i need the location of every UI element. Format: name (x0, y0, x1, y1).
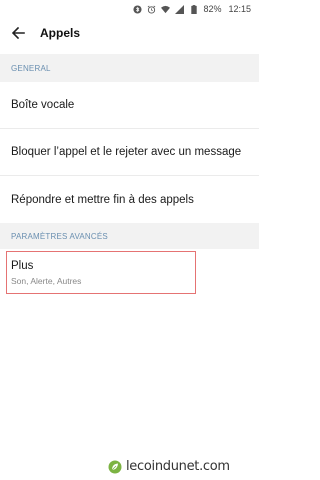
signal-icon (175, 4, 185, 14)
leaf-logo-icon (108, 460, 122, 474)
battery-icon (189, 4, 198, 14)
watermark-text: lecoindunet.com (126, 459, 230, 474)
list-item-answer-end-calls[interactable]: Répondre et mettre fin à des appels (0, 176, 259, 223)
list-item-voicemail[interactable]: Boîte vocale (0, 82, 259, 129)
app-bar: Appels (0, 18, 259, 48)
settings-list: GENERAL Boîte vocale Bloquer l’appel et … (0, 54, 259, 297)
list-item-label: Boîte vocale (11, 99, 75, 111)
watermark: lecoindunet.com (108, 459, 230, 474)
highlight-box (6, 251, 196, 294)
battery-level: 82% (203, 4, 222, 14)
list-item-more[interactable]: Plus Son, Alerte, Autres (0, 249, 259, 297)
list-item-label: Bloquer l’appel et le rejeter avec un me… (11, 146, 242, 158)
bluetooth-icon (133, 4, 143, 14)
status-bar: 82% 12:15 (0, 0, 259, 18)
list-item-label: Répondre et mettre fin à des appels (11, 193, 194, 206)
section-header-general: GENERAL (0, 54, 259, 82)
wifi-icon (161, 5, 171, 14)
arrow-left-icon (11, 27, 25, 39)
section-header-advanced: PARAMÈTRES AVANCÉS (0, 223, 259, 249)
alarm-icon (147, 5, 156, 14)
page-title: Appels (40, 26, 81, 40)
back-button[interactable] (10, 25, 26, 41)
list-item-block-call[interactable]: Bloquer l’appel et le rejeter avec un me… (0, 129, 259, 176)
clock: 12:15 (228, 4, 251, 14)
